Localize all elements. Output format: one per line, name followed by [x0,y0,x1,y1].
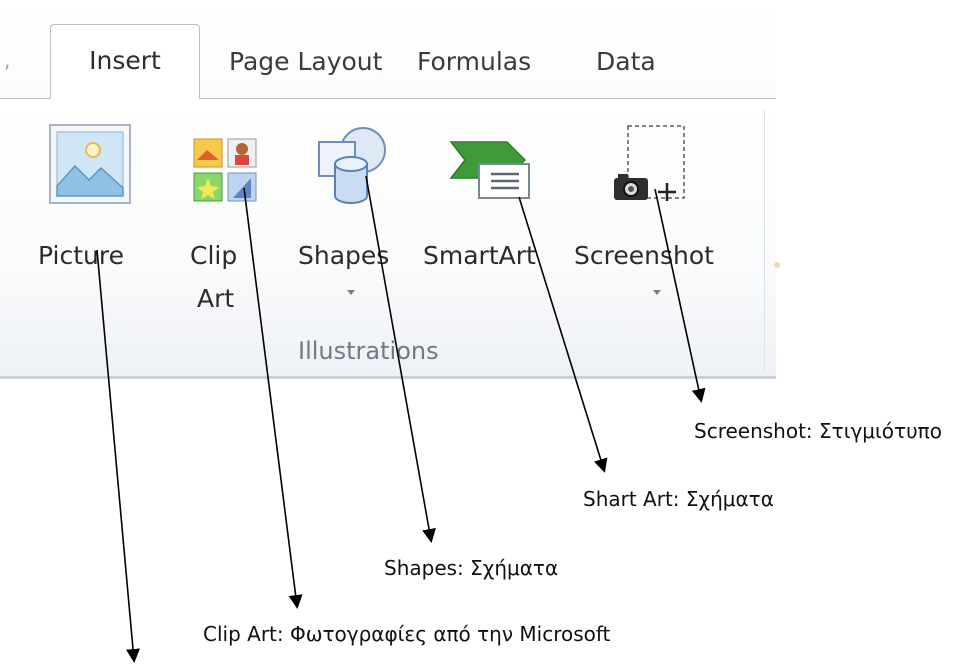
tab-page-layout[interactable]: Page Layout [229,46,382,78]
tab-data[interactable]: Data [596,46,776,78]
picture-icon [49,124,131,204]
smartart-icon [449,141,530,199]
annotation-shapes: Shapes: Σχήματα [384,556,559,580]
screenshot-dropdown-arrow [653,290,661,295]
smartart-label: SmartArt [423,241,536,270]
annotation-smartart: Shart Art: Σχήματα [583,487,774,511]
tab-edge-fragment: , [4,48,11,72]
shapes-dropdown-arrow [347,290,355,295]
tab-insert-label: Insert [89,46,161,75]
ribbon-bottom-border [0,376,776,379]
annotation-screenshot: Screenshot: Στιγμιότυπο [694,419,942,443]
shapes-icon [318,127,386,204]
group-label-illustrations: Illustrations [298,337,439,365]
tab-strip: , Insert Page Layout Formulas Data [0,0,776,100]
screenshot-label: Screenshot [574,241,714,270]
tab-formulas[interactable]: Formulas [417,46,531,78]
screenshot-icon [614,125,685,201]
tab-data-label: Data [596,47,656,76]
clip-art-label-line1: Clip [190,241,238,270]
annotation-clip-art: Clip Art: Φωτογραφίες από την Microsoft [203,622,611,646]
clip-art-icon [193,138,257,202]
tab-insert[interactable]: Insert [50,24,200,100]
next-group-fragment [774,262,780,268]
group-divider [764,110,765,372]
clip-art-label-line2: Art [197,284,235,313]
shapes-label: Shapes [298,241,390,270]
picture-label: Picture [38,241,124,270]
